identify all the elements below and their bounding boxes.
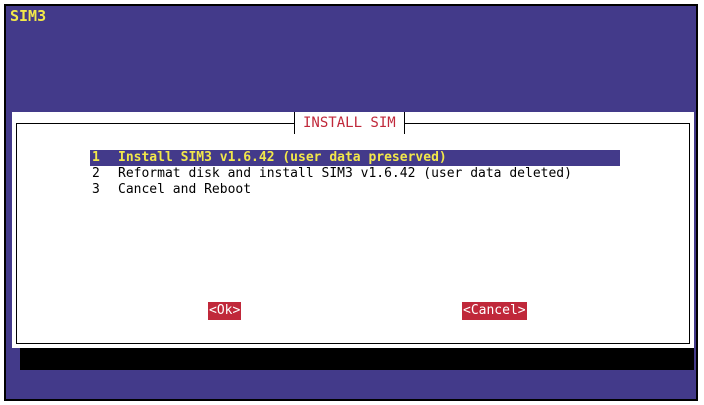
cancel-button[interactable]: <Cancel> [462, 302, 527, 320]
menu-item-number: 3 [92, 182, 100, 197]
install-menu: 1 Install SIM3 v1.6.42 (user data preserv… [90, 150, 620, 198]
menu-item-install[interactable]: 1 Install SIM3 v1.6.42 (user data preserv… [90, 150, 620, 166]
terminal-screen: SIM3 INSTALL SIM 1 Install SIM3 v1.6.42 (… [4, 4, 698, 401]
menu-item-reformat[interactable]: 2 Reformat disk and install SIM3 v1.6.42 … [90, 166, 620, 182]
menu-item-label: Install SIM3 v1.6.42 (user data preserve… [118, 150, 447, 165]
dialog-frame-bottom [16, 343, 690, 344]
ok-button[interactable]: <Ok> [208, 302, 242, 320]
dialog-frame-right [689, 123, 690, 344]
install-dialog: INSTALL SIM 1 Install SIM3 v1.6.42 (user … [12, 112, 694, 348]
menu-item-label: Cancel and Reboot [118, 182, 252, 197]
menu-item-number: 1 [92, 150, 100, 165]
menu-item-cancel-reboot[interactable]: 3 Cancel and Reboot [90, 182, 620, 198]
menu-item-number: 2 [92, 166, 100, 181]
app-title: SIM3 [10, 7, 47, 25]
dialog-title: INSTALL SIM [294, 112, 405, 134]
dialog-frame-left [16, 123, 17, 344]
dialog-shadow [20, 348, 694, 370]
menu-item-label: Reformat disk and install SIM3 v1.6.42 (… [118, 166, 572, 181]
